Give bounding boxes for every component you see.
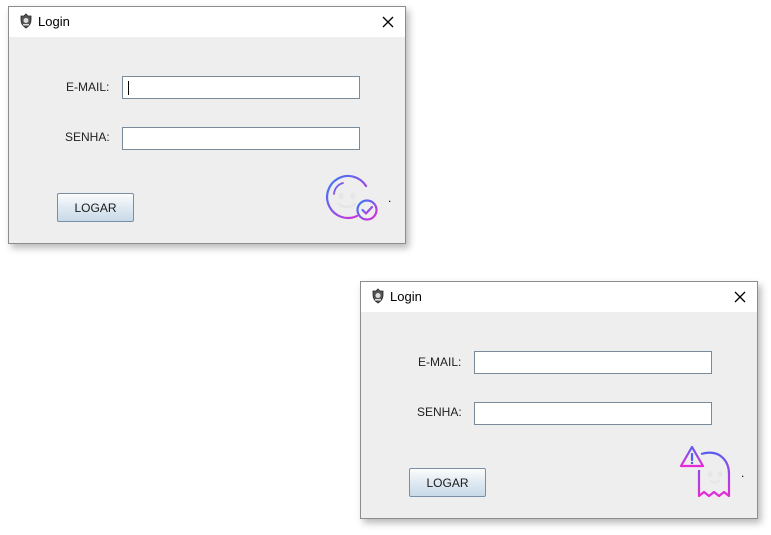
password-field[interactable] [474, 402, 712, 425]
title-bar[interactable]: Login [361, 282, 757, 312]
app-logo-icon [372, 288, 384, 304]
login-window-success: Login E-MAIL: SENHA: LOGAR . [8, 6, 406, 244]
login-button[interactable]: LOGAR [409, 468, 486, 497]
email-label: E-MAIL: [418, 355, 462, 369]
window-title: Login [390, 289, 422, 304]
ghost-warning-icon [679, 445, 731, 498]
login-button[interactable]: LOGAR [57, 193, 134, 222]
email-field[interactable] [122, 76, 360, 99]
close-icon[interactable] [729, 286, 751, 308]
window-title: Login [38, 14, 70, 29]
email-label: E-MAIL: [66, 80, 110, 94]
login-window-warning: Login E-MAIL: SENHA: LOGAR . [360, 281, 758, 519]
text-caret [128, 81, 129, 95]
status-text: . [388, 191, 392, 205]
app-logo-icon [20, 13, 32, 29]
title-bar[interactable]: Login [9, 7, 405, 37]
password-label: SENHA: [417, 405, 462, 419]
password-label: SENHA: [65, 130, 110, 144]
password-field[interactable] [122, 127, 360, 150]
status-text: . [741, 466, 745, 480]
email-field[interactable] [474, 351, 712, 374]
smiley-check-icon [326, 174, 378, 221]
close-icon[interactable] [377, 11, 399, 33]
